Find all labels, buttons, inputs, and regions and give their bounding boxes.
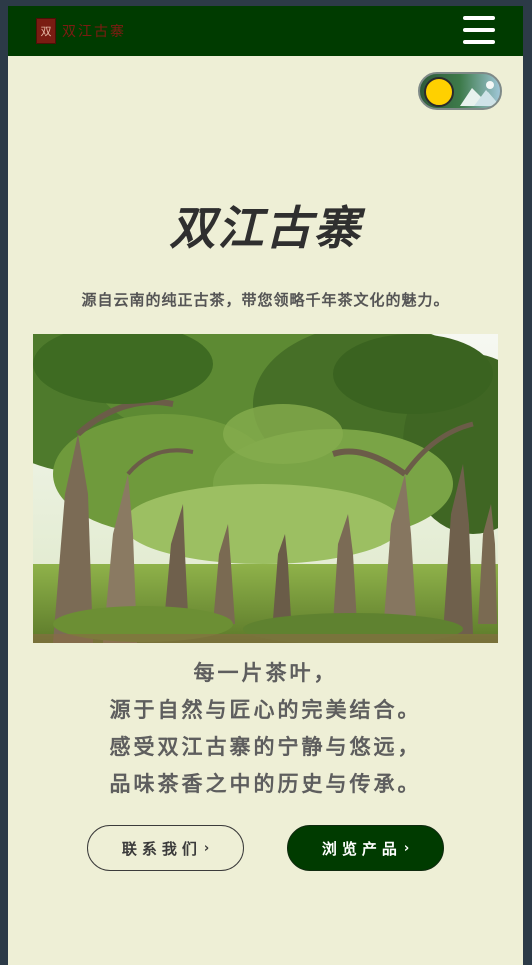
page-subtitle: 源自云南的纯正古茶，带您领略千年茶文化的魅力。	[81, 291, 450, 309]
logo-seal: 双	[36, 18, 56, 44]
contact-us-label: 联系我们	[121, 839, 202, 858]
tea-forest-illustration	[33, 334, 498, 643]
poem-text: 每一片茶叶， 源于自然与匠心的完美结合。 感受双江古寨的宁静与悠远， 品味茶香之…	[8, 654, 523, 802]
page-title: 双江古寨	[169, 201, 362, 255]
browse-products-button[interactable]: 浏览产品 ›	[287, 825, 444, 871]
poem-line: 感受双江古寨的宁静与悠远，	[109, 734, 422, 759]
menu-button[interactable]	[463, 16, 495, 44]
logo-text: 双江古寨	[62, 24, 126, 40]
poem-line: 品味茶香之中的历史与传承。	[109, 771, 422, 796]
header-bar: 双 双江古寨	[8, 6, 523, 56]
poem-line: 源于自然与匠心的完美结合。	[109, 697, 422, 722]
poem-line: 每一片茶叶，	[193, 660, 338, 685]
chevron-right-icon: ›	[203, 840, 210, 856]
browse-products-label: 浏览产品	[321, 839, 402, 858]
chevron-right-icon: ›	[403, 840, 410, 856]
tea-forest-image	[33, 334, 498, 643]
site-logo[interactable]: 双 双江古寨	[36, 18, 126, 44]
page: 双 双江古寨 双江古寨 源自云南的纯正古茶，带您领略千年茶文化的魅力。 每一片茶…	[8, 6, 523, 965]
mountain-icon	[460, 81, 500, 106]
theme-toggle[interactable]	[418, 72, 502, 110]
device-frame: 双 双江古寨 双江古寨 源自云南的纯正古茶，带您领略千年茶文化的魅力。 每一片茶…	[0, 0, 532, 965]
sun-icon	[424, 77, 454, 107]
contact-us-button[interactable]: 联系我们 ›	[87, 825, 244, 871]
